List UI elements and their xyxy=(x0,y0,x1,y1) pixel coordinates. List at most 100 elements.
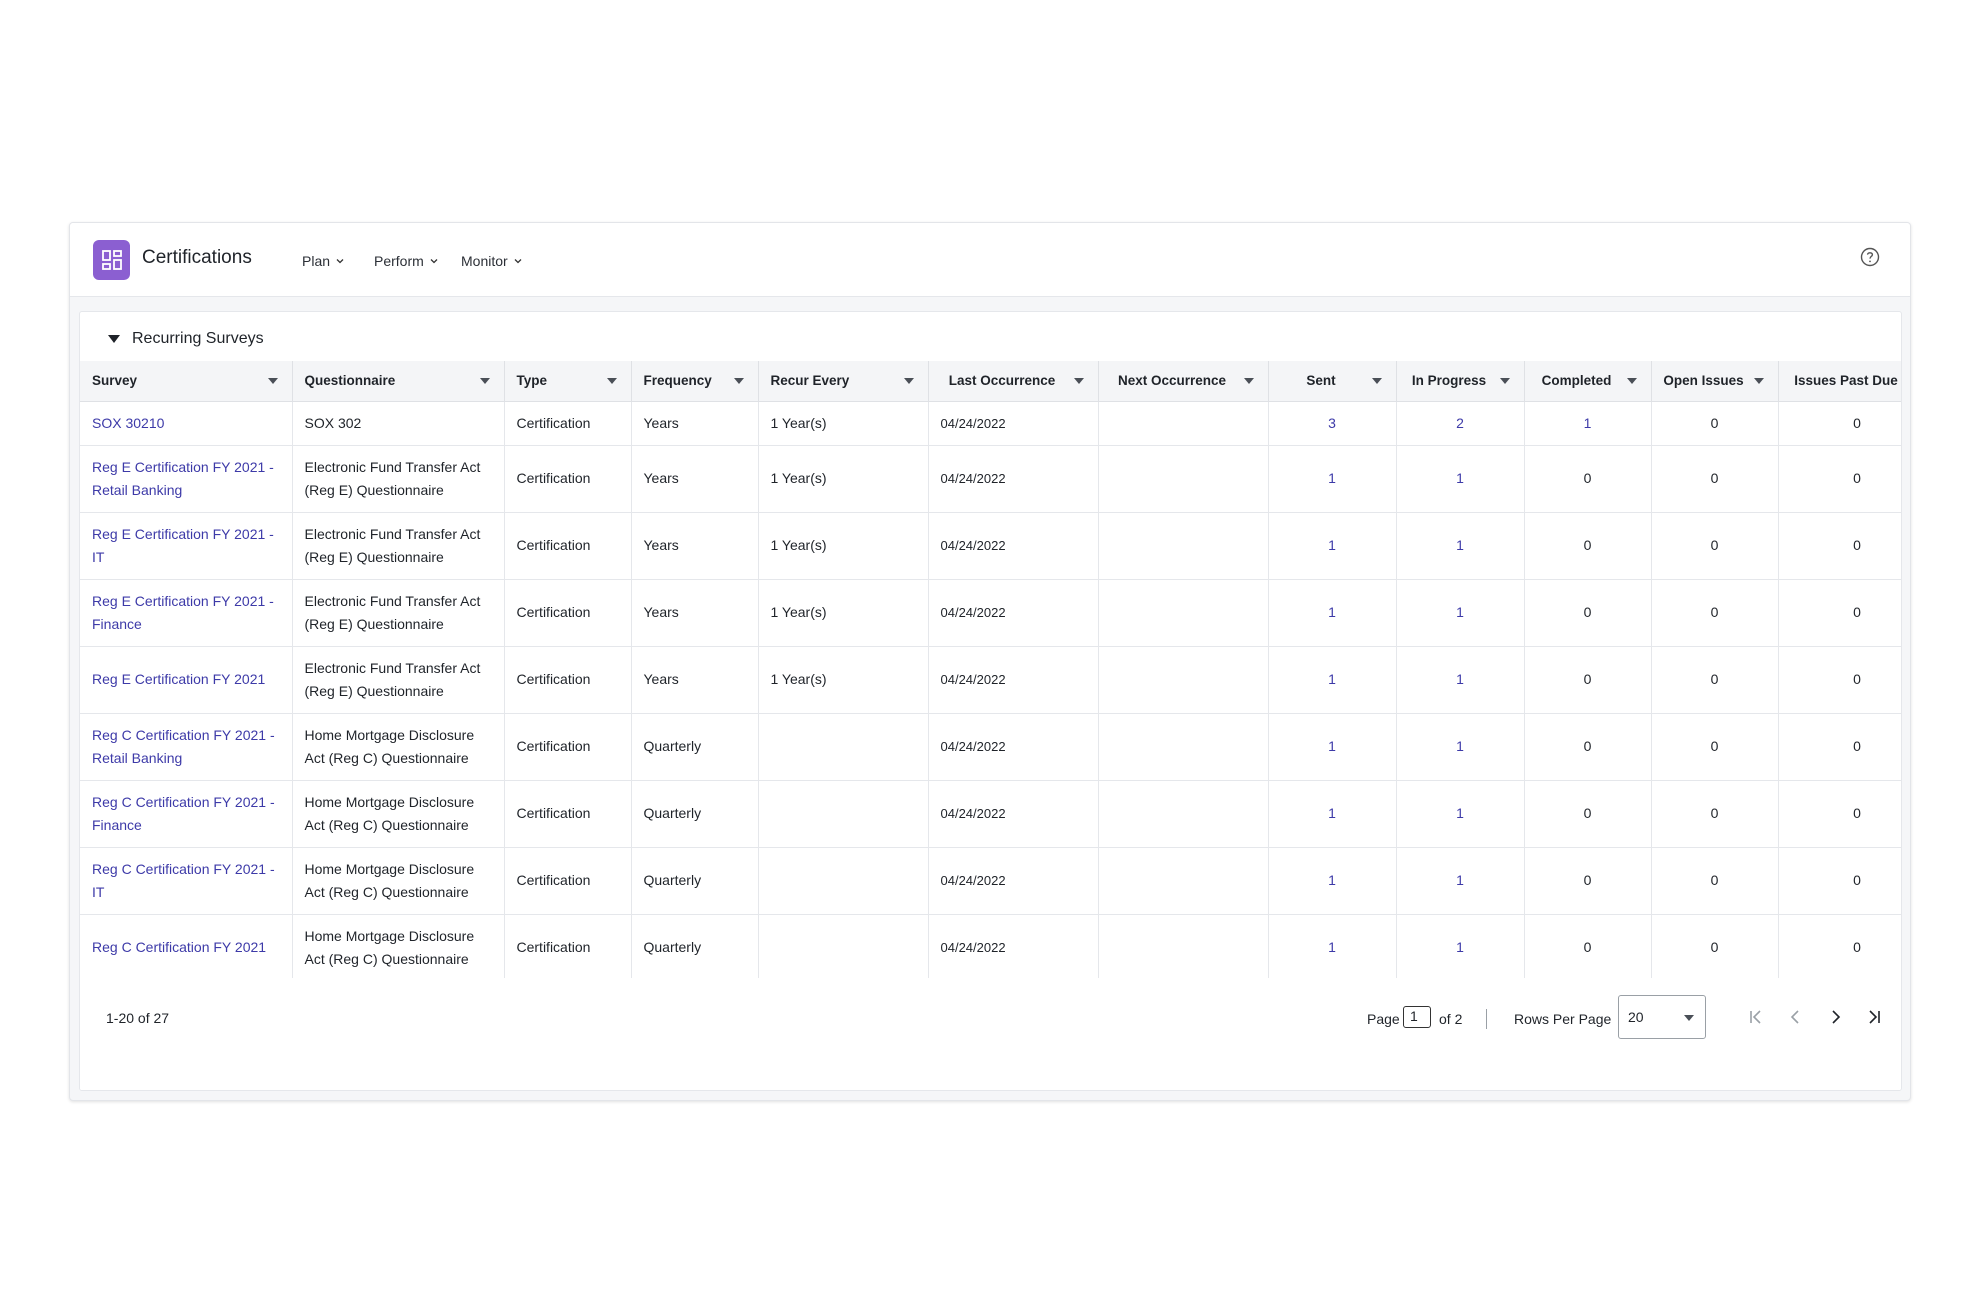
cell-sent[interactable]: 3 xyxy=(1268,401,1397,446)
cell-sent-text[interactable]: 1 xyxy=(1328,671,1336,687)
cell-sent[interactable]: 1 xyxy=(1268,445,1397,513)
column-menu-caret-icon[interactable] xyxy=(1626,378,1637,384)
column-menu-caret-icon[interactable] xyxy=(903,378,914,384)
cell-in-progress-text[interactable]: 1 xyxy=(1456,537,1464,553)
cell-survey[interactable]: SOX 30210 xyxy=(80,401,293,446)
column-header-survey[interactable]: Survey xyxy=(80,361,293,402)
cell-sent-text[interactable]: 1 xyxy=(1328,537,1336,553)
cell-sent[interactable]: 1 xyxy=(1268,646,1397,714)
column-menu-caret-icon[interactable] xyxy=(1499,378,1510,384)
cell-survey[interactable]: Reg E Certification FY 2021 - IT xyxy=(80,512,293,580)
last-page-icon[interactable] xyxy=(1863,1006,1885,1028)
column-header-in-progress[interactable]: In Progress xyxy=(1396,361,1525,402)
cell-sent[interactable]: 1 xyxy=(1268,713,1397,781)
column-header-next-occurrence[interactable]: Next Occurrence xyxy=(1098,361,1269,402)
table-row[interactable]: Reg E Certification FY 2021 - Retail Ban… xyxy=(80,445,1901,513)
column-header-recur-every[interactable]: Recur Every xyxy=(758,361,929,402)
column-menu-caret-icon[interactable] xyxy=(1073,378,1084,384)
cell-survey[interactable]: Reg E Certification FY 2021 - Finance xyxy=(80,579,293,647)
table-row[interactable]: SOX 30210 SOX 302 Certification Years 1 Year… xyxy=(80,401,1901,446)
cell-in-progress[interactable]: 1 xyxy=(1396,579,1525,647)
cell-survey-text[interactable]: Reg C Certification FY 2021 xyxy=(92,939,266,955)
cell-sent[interactable]: 1 xyxy=(1268,579,1397,647)
cell-survey[interactable]: Reg E Certification FY 2021 xyxy=(80,646,293,714)
cell-survey-text[interactable]: Reg E Certification FY 2021 - Finance xyxy=(92,593,274,632)
cell-in-progress[interactable]: 1 xyxy=(1396,847,1525,915)
table-row[interactable]: Reg E Certification FY 2021 - Finance Ele… xyxy=(80,579,1901,647)
cell-survey[interactable]: Reg E Certification FY 2021 - Retail Ban… xyxy=(80,445,293,513)
dashboard-grid-icon[interactable] xyxy=(93,240,130,280)
cell-survey-text[interactable]: Reg C Certification FY 2021 - Retail Ban… xyxy=(92,727,275,766)
recurring-surveys-toggle[interactable]: Recurring Surveys xyxy=(108,330,264,348)
cell-survey-text[interactable]: Reg E Certification FY 2021 - Retail Ban… xyxy=(92,459,274,498)
cell-survey-text[interactable]: Reg E Certification FY 2021 - IT xyxy=(92,526,274,565)
cell-sent-text[interactable]: 1 xyxy=(1328,805,1336,821)
next-page-icon[interactable] xyxy=(1824,1006,1846,1028)
column-header-completed[interactable]: Completed xyxy=(1524,361,1652,402)
column-menu-caret-icon[interactable] xyxy=(479,378,490,384)
first-page-icon[interactable] xyxy=(1745,1006,1767,1028)
question-circle-icon[interactable] xyxy=(1860,247,1880,267)
cell-in-progress[interactable]: 1 xyxy=(1396,512,1525,580)
cell-sent-text[interactable]: 1 xyxy=(1328,470,1336,486)
cell-in-progress-text[interactable]: 1 xyxy=(1456,671,1464,687)
cell-survey-text[interactable]: Reg E Certification FY 2021 xyxy=(92,671,265,687)
cell-survey[interactable]: Reg C Certification FY 2021 xyxy=(80,914,293,978)
column-menu-caret-icon[interactable] xyxy=(733,378,744,384)
cell-sent-text[interactable]: 3 xyxy=(1328,415,1336,431)
column-header-questionnaire[interactable]: Questionnaire xyxy=(292,361,505,402)
column-header-sent[interactable]: Sent xyxy=(1268,361,1397,402)
column-menu-caret-icon[interactable] xyxy=(1243,378,1254,384)
cell-in-progress[interactable]: 1 xyxy=(1396,914,1525,978)
cell-sent-text[interactable]: 1 xyxy=(1328,872,1336,888)
cell-sent-text[interactable]: 1 xyxy=(1328,939,1336,955)
nav-monitor-menu[interactable]: Monitor xyxy=(461,253,523,269)
column-header-type[interactable]: Type xyxy=(504,361,632,402)
table-row[interactable]: Reg E Certification FY 2021 Electronic Fu… xyxy=(80,646,1901,714)
cell-in-progress-text[interactable]: 2 xyxy=(1456,415,1464,431)
cell-in-progress[interactable]: 1 xyxy=(1396,713,1525,781)
table-row[interactable]: Reg C Certification FY 2021 - Retail Ban… xyxy=(80,713,1901,781)
rows-per-page-select[interactable]: 20 xyxy=(1618,995,1706,1039)
cell-sent[interactable]: 1 xyxy=(1268,847,1397,915)
table-row[interactable]: Reg C Certification FY 2021 - Finance Hom… xyxy=(80,780,1901,848)
page-number-input[interactable]: 1 xyxy=(1403,1006,1431,1028)
cell-sent[interactable]: 1 xyxy=(1268,512,1397,580)
table-row[interactable]: Reg E Certification FY 2021 - IT Electron… xyxy=(80,512,1901,580)
cell-survey[interactable]: Reg C Certification FY 2021 - IT xyxy=(80,847,293,915)
cell-in-progress[interactable]: 2 xyxy=(1396,401,1525,446)
nav-perform-menu[interactable]: Perform xyxy=(374,253,439,269)
column-menu-caret-icon[interactable] xyxy=(1371,378,1382,384)
cell-in-progress[interactable]: 1 xyxy=(1396,646,1525,714)
cell-survey-text[interactable]: Reg C Certification FY 2021 - Finance xyxy=(92,794,275,833)
cell-sent[interactable]: 1 xyxy=(1268,914,1397,978)
column-header-open-issues[interactable]: Open Issues xyxy=(1651,361,1779,402)
cell-survey-text[interactable]: Reg C Certification FY 2021 - IT xyxy=(92,861,275,900)
cell-survey[interactable]: Reg C Certification FY 2021 - Finance xyxy=(80,780,293,848)
column-header-issues-past-due[interactable]: Issues Past Due xyxy=(1778,361,1901,402)
table-row[interactable]: Reg C Certification FY 2021 - IT Home Mor… xyxy=(80,847,1901,915)
cell-survey[interactable]: Reg C Certification FY 2021 - Retail Ban… xyxy=(80,713,293,781)
column-menu-caret-icon[interactable] xyxy=(267,378,278,384)
prev-page-icon[interactable] xyxy=(1785,1006,1807,1028)
cell-in-progress-text[interactable]: 1 xyxy=(1456,604,1464,620)
column-menu-caret-icon[interactable] xyxy=(606,378,617,384)
cell-in-progress-text[interactable]: 1 xyxy=(1456,939,1464,955)
cell-sent[interactable]: 1 xyxy=(1268,780,1397,848)
column-header-last-occurrence[interactable]: Last Occurrence xyxy=(928,361,1099,402)
cell-in-progress-text[interactable]: 1 xyxy=(1456,470,1464,486)
nav-plan-menu[interactable]: Plan xyxy=(302,253,345,269)
cell-survey-text[interactable]: SOX 30210 xyxy=(92,415,164,431)
column-header-frequency[interactable]: Frequency xyxy=(631,361,759,402)
cell-in-progress-text[interactable]: 1 xyxy=(1456,738,1464,754)
cell-in-progress[interactable]: 1 xyxy=(1396,445,1525,513)
table-row[interactable]: Reg C Certification FY 2021 Home Mortgage… xyxy=(80,914,1901,978)
cell-in-progress[interactable]: 1 xyxy=(1396,780,1525,848)
cell-completed-text[interactable]: 1 xyxy=(1584,415,1592,431)
cell-in-progress-text[interactable]: 1 xyxy=(1456,872,1464,888)
cell-sent-text[interactable]: 1 xyxy=(1328,604,1336,620)
cell-in-progress-text[interactable]: 1 xyxy=(1456,805,1464,821)
column-menu-caret-icon[interactable] xyxy=(1753,378,1764,384)
cell-sent-text[interactable]: 1 xyxy=(1328,738,1336,754)
cell-completed[interactable]: 1 xyxy=(1524,401,1652,446)
